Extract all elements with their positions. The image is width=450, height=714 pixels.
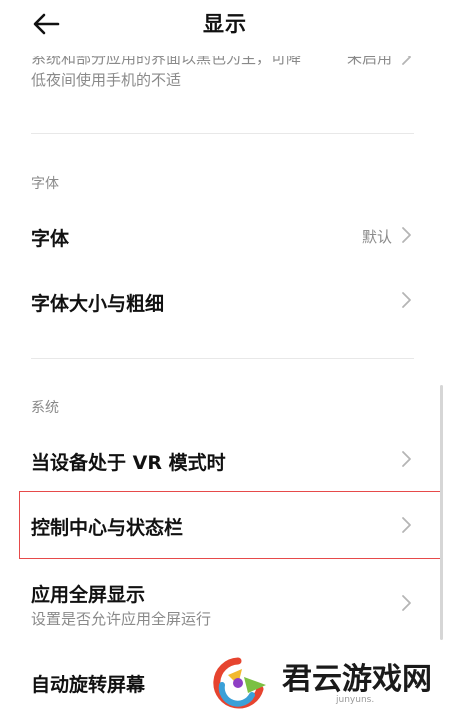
watermark-logo-icon	[213, 657, 266, 709]
chevron-right-icon	[402, 227, 411, 243]
divider	[31, 358, 414, 359]
highlight-box	[19, 491, 441, 559]
vr-mode-row[interactable]: 当设备处于 VR 模式时	[0, 427, 450, 491]
section-header-font: 字体	[31, 176, 59, 192]
row-subtitle: 设置是否允许应用全屏运行	[31, 610, 212, 628]
divider	[31, 133, 414, 134]
row-label: 字体	[31, 228, 70, 250]
row-label: 应用全屏显示	[31, 584, 146, 606]
row-label: 字体大小与粗细	[31, 293, 165, 315]
row-label: 自动旋转屏幕	[31, 674, 146, 696]
dark-mode-description-line2: 低夜间使用手机的不适	[31, 71, 182, 89]
font-row[interactable]: 字体 默认	[0, 203, 450, 267]
app-fullscreen-row[interactable]: 应用全屏显示 设置是否允许应用全屏运行	[0, 570, 450, 634]
chevron-right-icon	[401, 47, 413, 67]
scrollbar[interactable]	[440, 385, 443, 640]
chevron-right-icon	[402, 451, 411, 467]
dark-mode-value: 未启用	[346, 49, 392, 67]
chevron-right-icon	[402, 595, 411, 611]
row-label: 当设备处于 VR 模式时	[31, 452, 226, 474]
page-title: 显示	[203, 12, 247, 36]
top-bar-overlay: 显示	[0, 0, 450, 48]
section-header-system: 系统	[31, 400, 59, 416]
dark-mode-description: 系统和部分应用的界面以黑色为主，可降	[31, 49, 302, 67]
chevron-right-icon	[402, 292, 411, 308]
row-value: 默认	[361, 228, 392, 246]
watermark-text: 君云游戏网	[282, 662, 432, 697]
watermark: 君云游戏网 junyuns.	[208, 650, 448, 711]
watermark-subtext: junyuns.	[336, 695, 375, 705]
font-size-weight-row[interactable]: 字体大小与粗细	[0, 268, 450, 332]
